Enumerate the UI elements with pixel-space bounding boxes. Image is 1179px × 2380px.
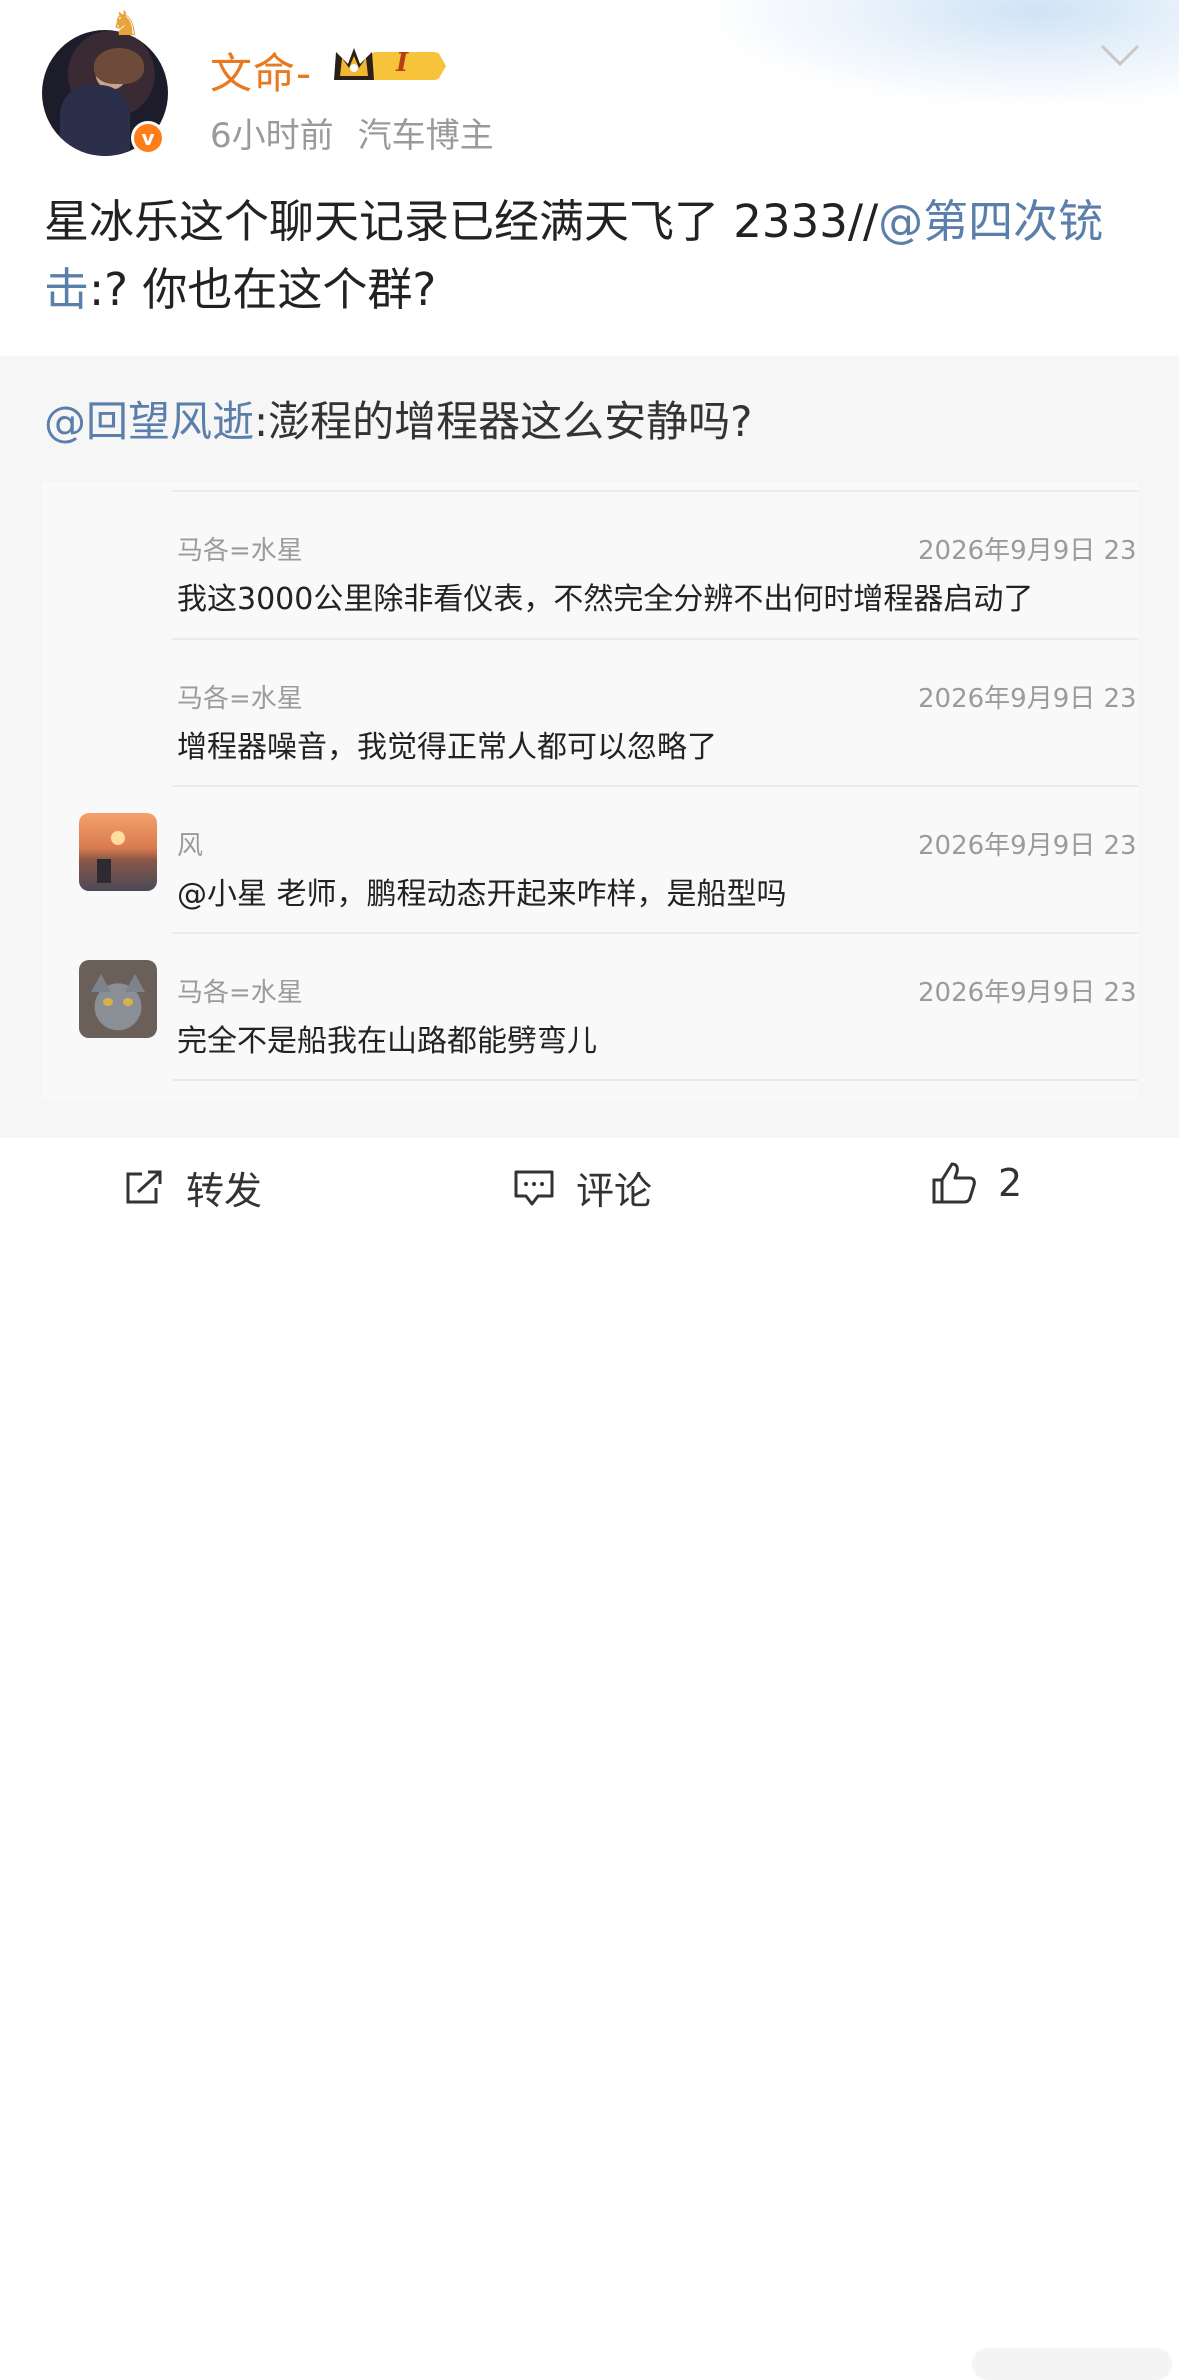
user-tag: 汽车博主	[357, 116, 494, 156]
post-text-after: :? 你也在这个群?	[89, 263, 437, 316]
chat-sender: 马各=水星	[177, 536, 303, 566]
verified-icon: v	[131, 121, 165, 155]
chat-divider	[172, 1079, 1138, 1081]
watermark	[972, 2348, 1172, 2380]
chat-time: 2026年9月9日 23:5	[918, 536, 1138, 566]
repost-button[interactable]: 转发	[122, 1160, 262, 1215]
chat-divider	[172, 932, 1138, 934]
avatar-figure	[60, 85, 130, 156]
repost-text: @回望风逝:澎程的增程器这么安静吗?	[44, 388, 752, 449]
chat-divider	[172, 785, 1138, 787]
chat-avatar-cat	[79, 960, 157, 1038]
post-meta: 6小时前 汽车博主	[210, 108, 494, 157]
avatar-pendant-icon: ♞	[110, 4, 141, 44]
comment-label: 评论	[576, 1169, 653, 1213]
action-bar: 转发 评论 2	[0, 1138, 1179, 2380]
cat-eye	[123, 998, 133, 1006]
like-button[interactable]: 2	[930, 1160, 1022, 1206]
chat-divider	[172, 638, 1138, 640]
chat-bottom-divider	[42, 1079, 1138, 1099]
comment-icon	[514, 1170, 554, 1205]
chevron-down-icon[interactable]	[1098, 40, 1142, 70]
repost-mention[interactable]: @回望风逝	[44, 397, 254, 446]
chat-screenshot-image[interactable]: 马各=水星 2026年9月9日 23:5 我这3000公里除非看仪表，不然完全分…	[42, 482, 1138, 1100]
chat-text: @小星 老师，鹏程动态开起来咋样，是船型吗	[177, 877, 787, 912]
chat-text: 完全不是船我在山路都能劈弯儿	[177, 1024, 597, 1059]
chat-message: 马各=水星 2026年9月9日 23:5 完全不是船我在山路都能劈弯儿	[42, 932, 1138, 1080]
post-text: 星冰乐这个聊天记录已经满天飞了 2333//@第四次铳击:? 你也在这个群?	[44, 188, 1144, 324]
username[interactable]: 文命-	[210, 40, 312, 101]
boat-shape	[97, 859, 111, 883]
chat-time: 2026年9月9日 23:5	[918, 978, 1138, 1008]
cat-ear	[125, 974, 145, 992]
chat-sender: 马各=水星	[177, 978, 303, 1008]
like-count: 2	[998, 1161, 1023, 1205]
chat-text: 增程器噪音，我觉得正常人都可以忽略了	[177, 730, 717, 765]
comment-button[interactable]: 评论	[512, 1160, 652, 1215]
vip-level-badge[interactable]: I	[330, 44, 446, 86]
cat-ear	[91, 974, 111, 992]
chat-message: 马各=水星 2026年9月9日 23:5 增程器噪音，我觉得正常人都可以忽略了	[42, 638, 1138, 786]
repost-body: :澎程的增程器这么安静吗?	[254, 397, 753, 446]
repost-label: 转发	[186, 1169, 263, 1213]
chat-sender: 风	[177, 831, 204, 861]
chat-divider	[172, 490, 1138, 492]
chat-sender: 马各=水星	[177, 684, 303, 714]
post-time: 6小时前	[210, 116, 334, 156]
sun-shape	[111, 831, 125, 845]
chat-avatar-sunset	[79, 813, 157, 891]
chat-time: 2026年9月9日 23:5	[918, 831, 1138, 861]
thumbs-up-icon	[932, 1162, 976, 1204]
share-icon	[126, 1170, 162, 1203]
post-text-before: 星冰乐这个聊天记录已经满天飞了 2333//	[44, 195, 879, 248]
level-number: I	[396, 48, 409, 78]
cat-eye	[103, 998, 113, 1006]
chat-message: 风 2026年9月9日 23:5 @小星 老师，鹏程动态开起来咋样，是船型吗	[42, 785, 1138, 933]
crown-icon	[334, 48, 446, 80]
chat-message: 马各=水星 2026年9月9日 23:5 我这3000公里除非看仪表，不然完全分…	[42, 490, 1138, 638]
chat-time: 2026年9月9日 23:5	[918, 684, 1138, 714]
chat-text: 我这3000公里除非看仪表，不然完全分辨不出何时增程器启动了	[177, 582, 1034, 617]
